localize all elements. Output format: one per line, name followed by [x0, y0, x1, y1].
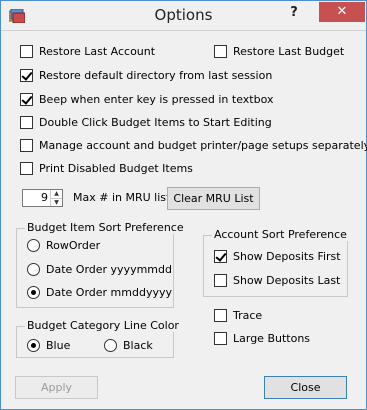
checkbox-label: Manage account and budget printer/page s…	[39, 138, 367, 152]
show-deposits-first-checkbox[interactable]: Show Deposits First	[214, 248, 341, 264]
checkbox-label: Restore Last Account	[39, 44, 156, 58]
mru-count-spinner[interactable]: 9 ▲ ▼	[22, 189, 63, 207]
checkbox-label: Restore Last Budget	[233, 44, 345, 58]
apply-button[interactable]: Apply	[15, 376, 98, 399]
mru-label: Max # in MRU list	[73, 191, 171, 204]
radio-circle[interactable]	[27, 285, 40, 299]
radio-label: Black	[123, 338, 153, 352]
show-deposits-last-checkbox[interactable]: Show Deposits Last	[214, 272, 340, 288]
checkbox-box[interactable]	[20, 92, 33, 106]
checkbox-label: Print Disabled Budget Items	[39, 161, 193, 175]
mru-count-value[interactable]: 9	[23, 191, 48, 204]
checkbox-label: Beep when enter key is pressed in textbo…	[39, 92, 274, 106]
spin-up-icon[interactable]: ▲	[50, 190, 62, 198]
radio-circle[interactable]	[27, 238, 40, 252]
radio-circle[interactable]	[27, 262, 40, 276]
budget-sort-title: Budget Item Sort Preference	[25, 221, 186, 234]
double-click-budget-checkbox[interactable]: Double Click Budget Items to Start Editi…	[20, 114, 272, 130]
sort-row-order-radio[interactable]: RowOrder	[27, 237, 100, 253]
account-sort-title: Account Sort Preference	[212, 228, 349, 241]
restore-default-directory-checkbox[interactable]: Restore default directory from last sess…	[20, 67, 272, 83]
line-color-blue-radio[interactable]: Blue	[27, 337, 70, 353]
checkbox-label: Double Click Budget Items to Start Editi…	[39, 115, 272, 129]
spin-down-icon[interactable]: ▼	[50, 198, 62, 206]
checkbox-label: Show Deposits Last	[233, 273, 341, 287]
options-dialog: Options ? ✕ Restore Last Account Restore…	[0, 0, 367, 410]
radio-circle[interactable]	[27, 338, 40, 352]
manage-printer-setups-checkbox[interactable]: Manage account and budget printer/page s…	[20, 137, 367, 153]
checkbox-label: Large Buttons	[233, 331, 311, 345]
radio-label: Blue	[46, 338, 71, 352]
clear-mru-button[interactable]: Clear MRU List	[167, 187, 260, 210]
print-disabled-budget-checkbox[interactable]: Print Disabled Budget Items	[20, 160, 193, 176]
checkbox-box[interactable]	[20, 115, 33, 129]
radio-circle[interactable]	[104, 338, 117, 352]
radio-label: Date Order yyyymmdd	[46, 262, 172, 276]
checkbox-label: Show Deposits First	[233, 249, 341, 263]
checkbox-box[interactable]	[214, 273, 227, 287]
line-color-black-radio[interactable]: Black	[104, 337, 153, 353]
restore-last-account-checkbox[interactable]: Restore Last Account	[20, 43, 155, 59]
checkbox-box[interactable]	[214, 308, 227, 322]
checkbox-box[interactable]	[20, 44, 33, 58]
line-color-title: Budget Category Line Color	[25, 319, 181, 332]
trace-checkbox[interactable]: Trace	[214, 307, 262, 323]
radio-label: Date Order mmddyyyy	[46, 285, 172, 299]
checkbox-box[interactable]	[20, 68, 33, 82]
checkbox-box[interactable]	[20, 138, 33, 152]
large-buttons-checkbox[interactable]: Large Buttons	[214, 330, 310, 346]
checkbox-box[interactable]	[214, 249, 227, 263]
checkbox-label: Restore default directory from last sess…	[39, 68, 273, 82]
radio-label: RowOrder	[46, 238, 101, 252]
checkbox-box[interactable]	[214, 44, 227, 58]
checkbox-label: Trace	[233, 308, 263, 322]
close-button[interactable]: Close	[264, 376, 347, 399]
window-title: Options	[154, 6, 213, 24]
restore-last-budget-checkbox[interactable]: Restore Last Budget	[214, 43, 344, 59]
sort-mmddyyyy-radio[interactable]: Date Order mmddyyyy	[27, 284, 172, 300]
checkbox-box[interactable]	[214, 331, 227, 345]
sort-yyyymmdd-radio[interactable]: Date Order yyyymmdd	[27, 261, 172, 277]
title-bar[interactable]: Options ? ✕	[1, 1, 366, 31]
checkbox-box[interactable]	[20, 161, 33, 175]
close-window-button[interactable]: ✕	[319, 2, 365, 22]
beep-enter-key-checkbox[interactable]: Beep when enter key is pressed in textbo…	[20, 91, 274, 107]
help-button[interactable]: ?	[285, 6, 303, 24]
